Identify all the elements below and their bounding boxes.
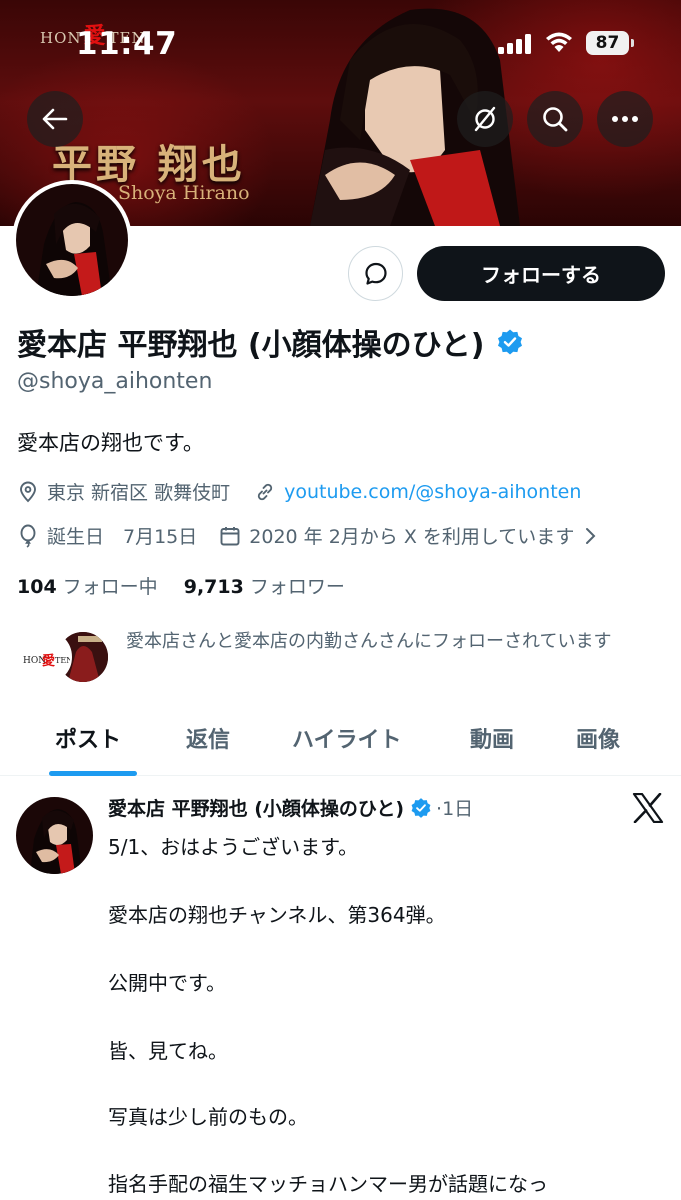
- post-text-line: 愛本店の翔也チャンネル、第364弾。: [108, 903, 446, 927]
- hide-reposts-icon: [474, 106, 496, 132]
- more-icon: [612, 116, 638, 122]
- post-text-line: 写真は少し前のもの。: [108, 1105, 308, 1129]
- battery-indicator: 87: [586, 31, 629, 55]
- post-header: 愛本店 平野翔也 (小顔体操のひと) ·1日: [108, 794, 473, 821]
- tab-posts[interactable]: ポスト: [55, 722, 121, 754]
- avatar-image: [16, 184, 128, 296]
- post-text-line: 皆、見てね。: [108, 1039, 228, 1063]
- banner-roman-name: Shoya Hirano: [118, 182, 250, 204]
- message-icon: [364, 262, 387, 285]
- tab-replies[interactable]: 返信: [186, 722, 230, 754]
- balloon-icon: [17, 524, 39, 548]
- active-tab-indicator: [49, 771, 137, 776]
- cellular-signal-icon: [498, 34, 531, 54]
- wifi-icon: [546, 32, 572, 52]
- birthday-text: 誕生日 7月15日: [47, 526, 198, 548]
- back-button[interactable]: [27, 91, 83, 147]
- location-icon: [17, 481, 39, 503]
- profile-avatar[interactable]: [12, 180, 132, 300]
- search-button[interactable]: [527, 91, 583, 147]
- arrow-left-icon: [42, 108, 68, 130]
- display-name-text: 愛本店 平野翔也 (小顔体操のひと): [17, 328, 485, 363]
- followed-by-text[interactable]: 愛本店さんと愛本店の内勤さんさんにフォローされています: [126, 626, 666, 657]
- user-handle: @shoya_aihonten: [17, 369, 213, 394]
- tab-highlights[interactable]: ハイライト: [292, 722, 402, 754]
- link-icon: [254, 481, 276, 503]
- post-timestamp[interactable]: ·1日: [436, 794, 473, 821]
- svg-text:TEN: TEN: [55, 656, 70, 665]
- location-text: 東京 新宿区 歌舞伎町: [47, 482, 231, 504]
- followers-link[interactable]: 9,713 フォロワー: [184, 576, 345, 598]
- profile-tabs: ポスト 返信 ハイライト 動画 画像: [0, 710, 681, 776]
- calendar-icon: [219, 525, 241, 547]
- svg-text:愛: 愛: [42, 653, 55, 669]
- status-time: 11:47: [76, 26, 178, 62]
- post-text-line: 公開中です。: [108, 971, 226, 995]
- battery-tip: [631, 39, 634, 47]
- x-logo-icon: [632, 793, 664, 823]
- more-button[interactable]: [597, 91, 653, 147]
- verified-badge-icon: [411, 797, 431, 818]
- profile-meta-row-2: 誕生日 7月15日 2020 年 2月から X を利用しています: [17, 522, 604, 549]
- joined-text: 2020 年 2月から X を利用しています: [249, 526, 575, 548]
- search-icon: [543, 107, 568, 132]
- post-text-line: 5/1、おはようございます。: [108, 835, 359, 859]
- tab-images[interactable]: 画像: [576, 722, 620, 754]
- status-bar: 11:47 87: [0, 0, 681, 86]
- verified-badge-icon: [498, 329, 523, 355]
- website-link[interactable]: youtube.com/@shoya-aihonten: [284, 481, 581, 503]
- following-link[interactable]: 104 フォロー中: [17, 576, 158, 598]
- post-author-name[interactable]: 愛本店 平野翔也 (小顔体操のひと): [108, 794, 404, 821]
- follow-button[interactable]: フォローする: [417, 246, 665, 301]
- message-button[interactable]: [348, 246, 403, 301]
- follow-counts: 104 フォロー中 9,713 フォロワー: [17, 572, 345, 599]
- display-name: 愛本店 平野翔也 (小顔体操のひと): [17, 320, 524, 364]
- chevron-right-icon[interactable]: [584, 527, 596, 545]
- tab-videos[interactable]: 動画: [470, 722, 514, 754]
- follower-avatar-1: HON愛TEN: [18, 630, 72, 684]
- post-text-line: 指名手配の福生マッチョハンマー男が話題になっ: [108, 1172, 548, 1196]
- profile-meta-row-1: 東京 新宿区 歌舞伎町 youtube.com/@shoya-aihonten: [17, 478, 581, 505]
- post-avatar-image: [16, 797, 93, 874]
- hide-reposts-button[interactable]: [457, 91, 513, 147]
- post-author-avatar[interactable]: [16, 797, 93, 874]
- profile-bio: 愛本店の翔也です。: [17, 431, 204, 455]
